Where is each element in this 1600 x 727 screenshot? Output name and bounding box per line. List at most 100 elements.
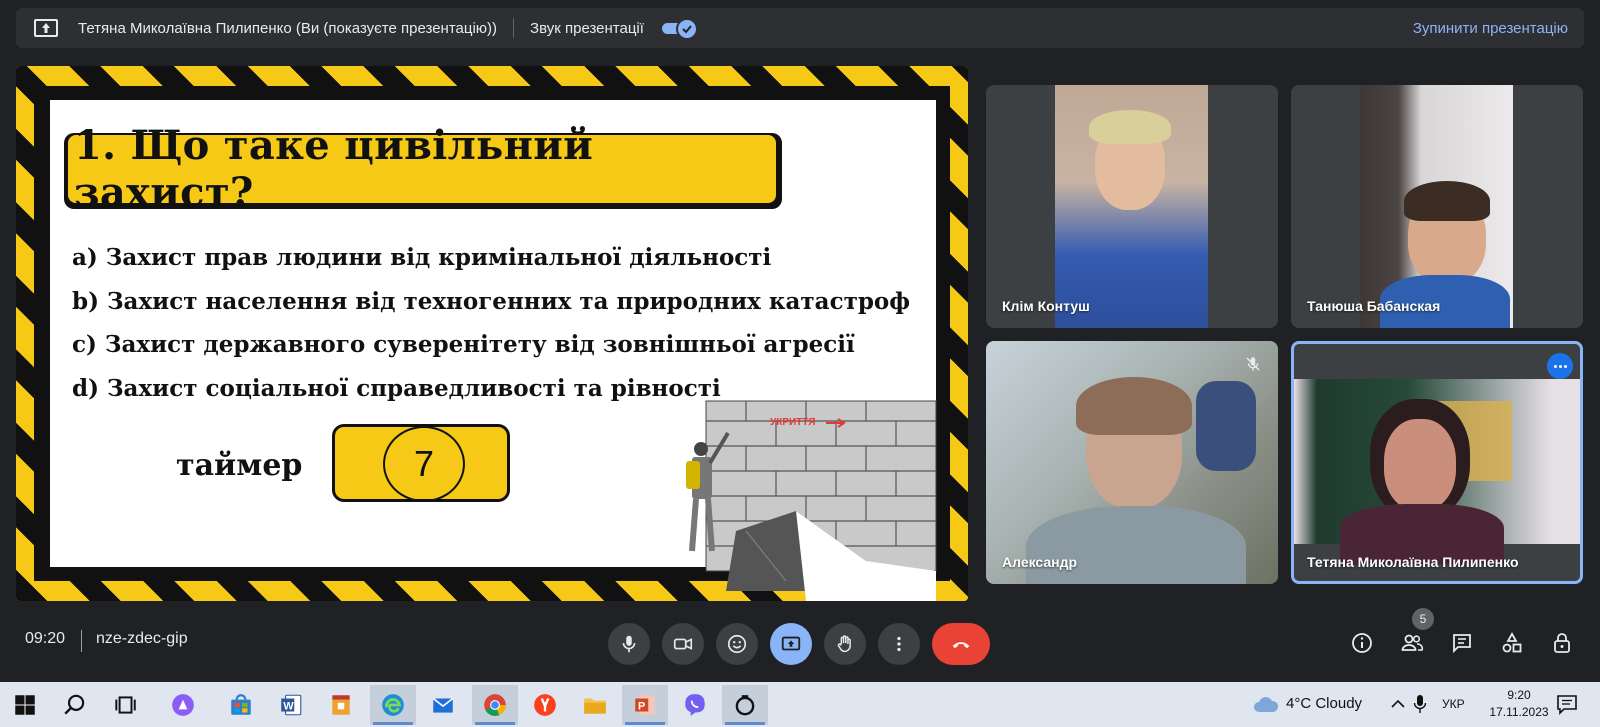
reactions-button[interactable] — [716, 623, 758, 665]
participant-name: Александр — [1002, 554, 1078, 570]
archive-icon — [332, 695, 350, 715]
present-now-button[interactable] — [770, 623, 812, 665]
running-indicator — [373, 722, 413, 725]
meeting-time: 09:20 — [25, 630, 66, 647]
notifications-icon[interactable] — [1556, 693, 1578, 715]
question-title: 1. Що таке цивільний захист? — [74, 122, 594, 216]
input-language[interactable]: УКР — [1442, 697, 1465, 711]
viber-icon — [685, 694, 705, 716]
answer-b: b) Захист населення від техногенних та п… — [72, 287, 910, 315]
search-icon — [64, 694, 85, 715]
powerpoint-icon: P — [635, 695, 655, 715]
taskbar-chrome[interactable] — [472, 685, 518, 725]
divider — [513, 18, 515, 38]
check-icon — [675, 18, 698, 40]
mic-icon — [622, 635, 636, 653]
alice-icon — [172, 694, 194, 716]
taskbar-explorer[interactable] — [572, 685, 618, 725]
host-controls-icon — [1554, 633, 1570, 653]
info-icon — [1352, 633, 1372, 653]
hair-shape — [1076, 377, 1192, 435]
taskbar-search-button[interactable] — [52, 685, 98, 725]
participant-video — [1055, 85, 1208, 328]
answer-list: a) Захист прав людини від кримінальної д… — [72, 236, 910, 410]
meet-window: Тетяна Миколаївна Пилипенко (Ви (показує… — [0, 0, 1600, 682]
chevron-up-icon[interactable] — [1390, 696, 1406, 712]
mic-button[interactable] — [608, 623, 650, 665]
shirt-shape — [1026, 506, 1246, 584]
chat-icon — [1453, 634, 1471, 654]
participant-tile-tetiana[interactable]: Тетяна Миколаївна Пилипенко — [1291, 341, 1583, 584]
chat-button[interactable] — [1442, 623, 1482, 663]
svg-text:W: W — [283, 700, 294, 712]
raise-hand-button[interactable] — [824, 623, 866, 665]
windows-logo-icon — [15, 695, 35, 715]
taskbar-powerpoint[interactable]: P — [622, 685, 668, 725]
participant-count-badge: 5 — [1412, 608, 1434, 630]
windows-taskbar: W P 4°C Cloudy УКР 9:20 17.11.2023 — [0, 682, 1600, 727]
taskbar-mail[interactable] — [420, 685, 466, 725]
meeting-code: nze-zdec-gip — [96, 630, 188, 647]
mail-icon — [432, 697, 454, 713]
start-button[interactable] — [2, 685, 48, 725]
edge-icon — [382, 694, 404, 716]
task-view-icon — [115, 696, 136, 714]
meeting-details-button[interactable] — [1342, 623, 1382, 663]
taskbar-store[interactable] — [218, 685, 264, 725]
present-screen-icon — [34, 19, 58, 37]
system-clock[interactable]: 9:20 17.11.2023 — [1484, 687, 1554, 721]
taskbar-archive[interactable] — [318, 685, 364, 725]
camera-button[interactable] — [662, 623, 704, 665]
participant-tile-tanyusha[interactable]: Танюша Бабанская — [1291, 85, 1583, 328]
host-controls-button[interactable] — [1542, 623, 1582, 663]
weather-widget[interactable]: 4°C Cloudy — [1286, 695, 1362, 712]
folder-icon — [584, 698, 606, 714]
timer-value: 7 — [383, 426, 465, 502]
presenter-label: Тетяна Миколаївна Пилипенко (Ви (показує… — [78, 19, 498, 37]
title-box: 1. Що таке цивільний захист? — [68, 122, 776, 216]
task-view-button[interactable] — [102, 685, 148, 725]
backpack-shape — [1196, 381, 1256, 471]
more-options-icon — [897, 636, 901, 652]
emoji-icon — [727, 634, 747, 654]
taskbar-app[interactable] — [722, 685, 768, 725]
participant-tile-alexander[interactable]: Александр — [986, 341, 1278, 584]
shelter-sign: УКРИТТЯ — [770, 417, 815, 428]
tile-more-options-button[interactable] — [1547, 353, 1573, 379]
running-indicator — [725, 722, 765, 725]
timer-label: таймер — [176, 448, 303, 483]
hangup-icon — [952, 642, 970, 649]
taskbar-alice[interactable] — [160, 685, 206, 725]
answer-c: c) Захист державного суверенітету від зо… — [72, 331, 855, 358]
svg-text:P: P — [638, 700, 645, 712]
taskbar-word[interactable]: W — [268, 685, 314, 725]
present-icon — [781, 636, 801, 651]
hair-shape — [1089, 110, 1171, 144]
divider — [81, 630, 82, 652]
running-indicator — [475, 722, 515, 725]
presentation-audio-toggle[interactable] — [661, 18, 698, 40]
leave-call-button[interactable] — [932, 623, 990, 665]
microphone-tray-icon[interactable] — [1413, 694, 1427, 714]
participant-video — [986, 341, 1278, 584]
participant-name: Клім Контуш — [1002, 298, 1090, 314]
running-indicator — [625, 722, 665, 725]
stop-presenting-button[interactable]: Зупинити презентацію — [1413, 20, 1568, 37]
shelter-illustration: УКРИТТЯ — [686, 400, 937, 601]
camera-icon — [673, 638, 693, 650]
word-icon: W — [281, 694, 302, 716]
participant-video — [1360, 85, 1513, 328]
taskbar-yandex[interactable] — [522, 685, 568, 725]
taskbar-edge[interactable] — [370, 685, 416, 725]
participant-video — [1294, 379, 1580, 564]
hair-shape — [1404, 181, 1490, 221]
taskbar-viber[interactable] — [672, 685, 718, 725]
activities-icon — [1502, 632, 1522, 653]
participant-tile-klim[interactable]: Клім Контуш — [986, 85, 1278, 328]
clock-time: 9:20 — [1507, 688, 1531, 702]
people-icon — [1401, 634, 1424, 651]
activities-button[interactable] — [1492, 623, 1532, 663]
yandex-browser-icon — [534, 694, 556, 716]
app-icon — [735, 695, 755, 716]
more-options-button[interactable] — [878, 623, 920, 665]
